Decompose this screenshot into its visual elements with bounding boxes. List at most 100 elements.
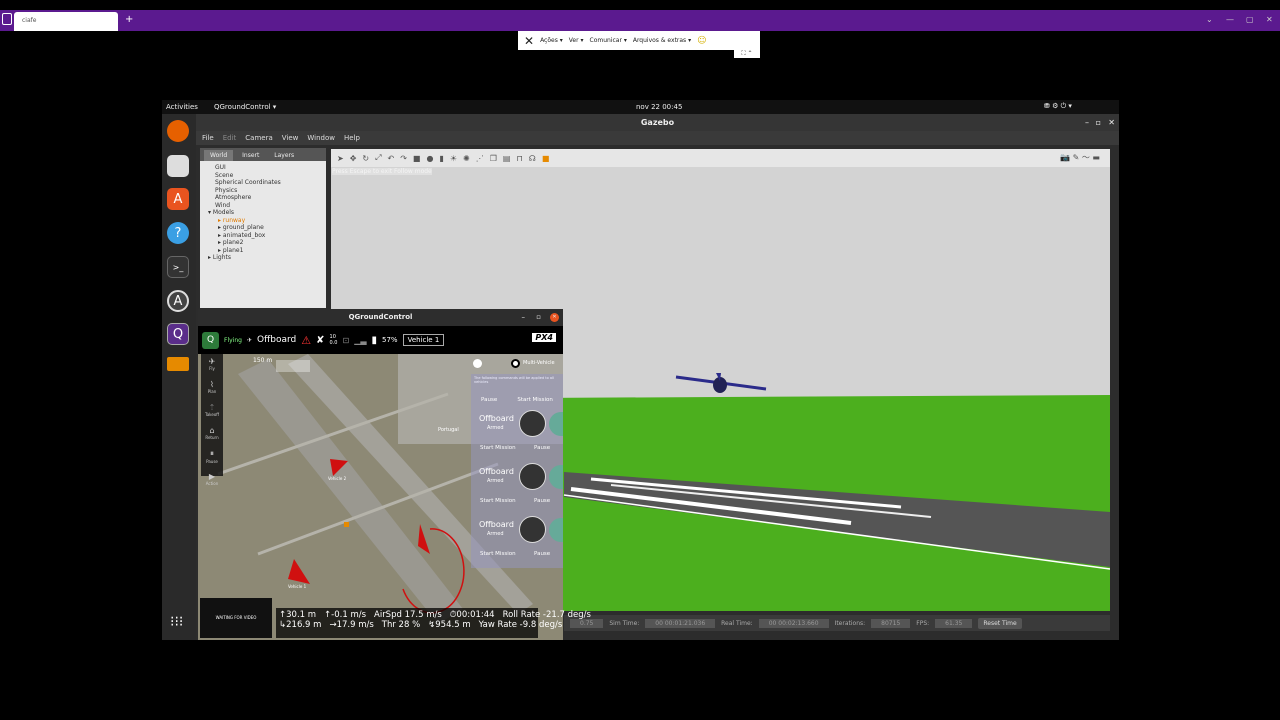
pause-button[interactable]: Pause bbox=[534, 498, 550, 504]
fly-tool[interactable]: ✈ Fly bbox=[201, 354, 223, 377]
qgc-logo-icon[interactable]: Q bbox=[202, 331, 219, 349]
undo-icon[interactable]: ↶ bbox=[388, 154, 395, 163]
show-apps-icon[interactable]: ⁝⁝⁝ bbox=[170, 614, 183, 630]
copy-icon[interactable]: ❐ bbox=[490, 154, 497, 163]
start-mission-button[interactable]: Start Mission bbox=[480, 551, 516, 557]
minimize-button[interactable]: – bbox=[1085, 114, 1089, 131]
translate-icon[interactable]: ✥ bbox=[350, 154, 357, 163]
menu-help[interactable]: Help bbox=[344, 134, 360, 142]
close-button[interactable]: ✕ bbox=[550, 313, 559, 322]
files-menu[interactable]: Arquivos & extras ▾ bbox=[633, 37, 691, 44]
start-mission-button[interactable]: Start Mission bbox=[480, 498, 516, 504]
flight-status[interactable]: Flying bbox=[224, 337, 242, 344]
chevron-down-icon[interactable]: ⌄ bbox=[1206, 15, 1213, 24]
clock[interactable]: nov 22 00:45 bbox=[636, 103, 682, 111]
camera-plot-icons[interactable]: 📷 ✎ 〜 ▬ bbox=[1060, 152, 1100, 163]
pause-button[interactable]: Pause bbox=[534, 445, 550, 451]
video-widget[interactable]: WAITING FOR VIDEO bbox=[200, 598, 272, 638]
tab-layers[interactable]: Layers bbox=[268, 150, 301, 161]
updates-icon[interactable]: A bbox=[167, 290, 189, 312]
pause-all-button[interactable]: Pause bbox=[481, 392, 497, 408]
directional-light-icon[interactable]: ⋰ bbox=[476, 154, 484, 163]
start-mission-button[interactable]: Start Mission bbox=[480, 445, 516, 451]
browser-tab[interactable]: ciafe bbox=[14, 12, 118, 31]
menu-window[interactable]: Window bbox=[307, 134, 335, 142]
tab-world[interactable]: World bbox=[204, 150, 234, 161]
menu-edit[interactable]: Edit bbox=[223, 134, 237, 142]
point-light-icon[interactable]: ☀ bbox=[450, 154, 457, 163]
files-icon[interactable] bbox=[167, 155, 189, 177]
cylinder-icon[interactable]: ▮ bbox=[439, 154, 443, 163]
tree-item[interactable]: Scene bbox=[215, 172, 326, 180]
audio-icon[interactable]: ☊ bbox=[529, 154, 536, 163]
view-menu[interactable]: Ver ▾ bbox=[569, 37, 584, 44]
vehicle-selector[interactable]: Vehicle 1 bbox=[402, 334, 445, 346]
redo-icon[interactable]: ↷ bbox=[400, 154, 407, 163]
action-tool[interactable]: ▶ Action bbox=[201, 469, 223, 492]
flight-mode[interactable]: Offboard bbox=[257, 335, 296, 345]
zoom-controls[interactable] bbox=[276, 360, 310, 372]
new-tab-button[interactable]: + bbox=[125, 14, 133, 25]
gazebo-icon[interactable] bbox=[167, 357, 189, 371]
battery-icon[interactable]: ▮ bbox=[372, 335, 378, 346]
toolbar-collapse[interactable]: ⛶ ⌃ bbox=[734, 50, 760, 58]
rc-icon[interactable]: ⊡ bbox=[342, 336, 349, 345]
multi-vehicle-radio[interactable] bbox=[511, 359, 520, 368]
tree-item[interactable]: ▾ Models bbox=[208, 209, 326, 217]
pause-tool[interactable]: ⏸ Pause bbox=[201, 446, 223, 469]
box-icon[interactable]: ■ bbox=[413, 154, 421, 163]
return-tool[interactable]: ⌂ Return bbox=[201, 423, 223, 446]
actions-menu[interactable]: Ações ▾ bbox=[540, 37, 563, 44]
app-menu[interactable]: QGroundControl ▾ bbox=[214, 103, 276, 111]
tree-item-selected[interactable]: ▸ runway bbox=[218, 217, 326, 225]
tree-item[interactable]: ▸ Lights bbox=[208, 254, 326, 262]
rotate-icon[interactable]: ↻ bbox=[362, 154, 369, 163]
qgroundcontrol-icon[interactable]: Q bbox=[167, 323, 189, 345]
tree-item[interactable]: Atmosphere bbox=[215, 194, 326, 202]
telemetry-panel[interactable]: ↑30.1 m ↑-0.1 m/s AirSpd 17.5 m/s ⏱00:01… bbox=[276, 608, 591, 638]
pause-button[interactable]: Pause bbox=[534, 551, 550, 557]
software-icon[interactable]: A bbox=[167, 188, 189, 210]
spot-light-icon[interactable]: ✺ bbox=[463, 154, 470, 163]
menu-file[interactable]: File bbox=[202, 134, 214, 142]
emoji-icon[interactable]: ☺ bbox=[697, 36, 706, 46]
orange-box-icon[interactable]: ■ bbox=[542, 154, 550, 163]
close-button[interactable]: ✕ bbox=[1266, 15, 1273, 24]
reset-time-button[interactable]: Reset Time bbox=[978, 617, 1022, 629]
sphere-icon[interactable]: ● bbox=[426, 154, 433, 163]
scale-icon[interactable]: ⤢ bbox=[375, 153, 381, 163]
help-icon[interactable]: ? bbox=[167, 222, 189, 244]
tree-item[interactable]: Wind bbox=[215, 202, 326, 210]
paste-icon[interactable]: ▤ bbox=[503, 154, 511, 163]
menu-view[interactable]: View bbox=[282, 134, 299, 142]
menu-camera[interactable]: Camera bbox=[245, 134, 272, 142]
minimize-button[interactable]: — bbox=[1226, 15, 1234, 24]
tree-item[interactable]: ▸ plane2 bbox=[218, 239, 326, 247]
maximize-button[interactable]: ▫ bbox=[536, 309, 541, 326]
align-icon[interactable]: ⊓ bbox=[516, 154, 522, 163]
maximize-button[interactable]: ▢ bbox=[1246, 15, 1254, 24]
tree-item[interactable]: ▸ animated_box bbox=[218, 232, 326, 240]
start-mission-all-button[interactable]: Start Mission bbox=[517, 392, 553, 408]
firefox-icon[interactable] bbox=[167, 120, 189, 142]
tree-item[interactable]: Spherical Coordinates bbox=[215, 179, 326, 187]
tree-item[interactable]: GUI bbox=[215, 164, 326, 172]
tree-item[interactable]: Physics bbox=[215, 187, 326, 195]
tab-insert[interactable]: Insert bbox=[236, 150, 266, 161]
signal-icon[interactable]: ▁▃ bbox=[354, 336, 366, 345]
takeoff-tool[interactable]: ⇡ Takeoff bbox=[201, 400, 223, 423]
minimize-button[interactable]: – bbox=[522, 309, 526, 326]
terminal-icon[interactable]: >_ bbox=[167, 256, 189, 278]
tree-item[interactable]: ▸ ground_plane bbox=[218, 224, 326, 232]
gps-icon[interactable]: ✘ bbox=[316, 335, 324, 346]
close-button[interactable]: ✕ bbox=[1108, 114, 1115, 131]
activities-button[interactable]: Activities bbox=[166, 103, 198, 111]
communicate-menu[interactable]: Comunicar ▾ bbox=[590, 37, 627, 44]
close-icon[interactable]: ✕ bbox=[524, 34, 534, 48]
select-icon[interactable]: ➤ bbox=[337, 154, 344, 163]
maximize-button[interactable]: ▫ bbox=[1096, 114, 1101, 131]
warning-icon[interactable]: ⚠ bbox=[301, 334, 311, 347]
system-tray[interactable]: ⛃ ⚙ ⏻ ▾ bbox=[1044, 102, 1072, 111]
plan-tool[interactable]: ⌇ Plan bbox=[201, 377, 223, 400]
single-vehicle-radio[interactable] bbox=[473, 359, 482, 368]
